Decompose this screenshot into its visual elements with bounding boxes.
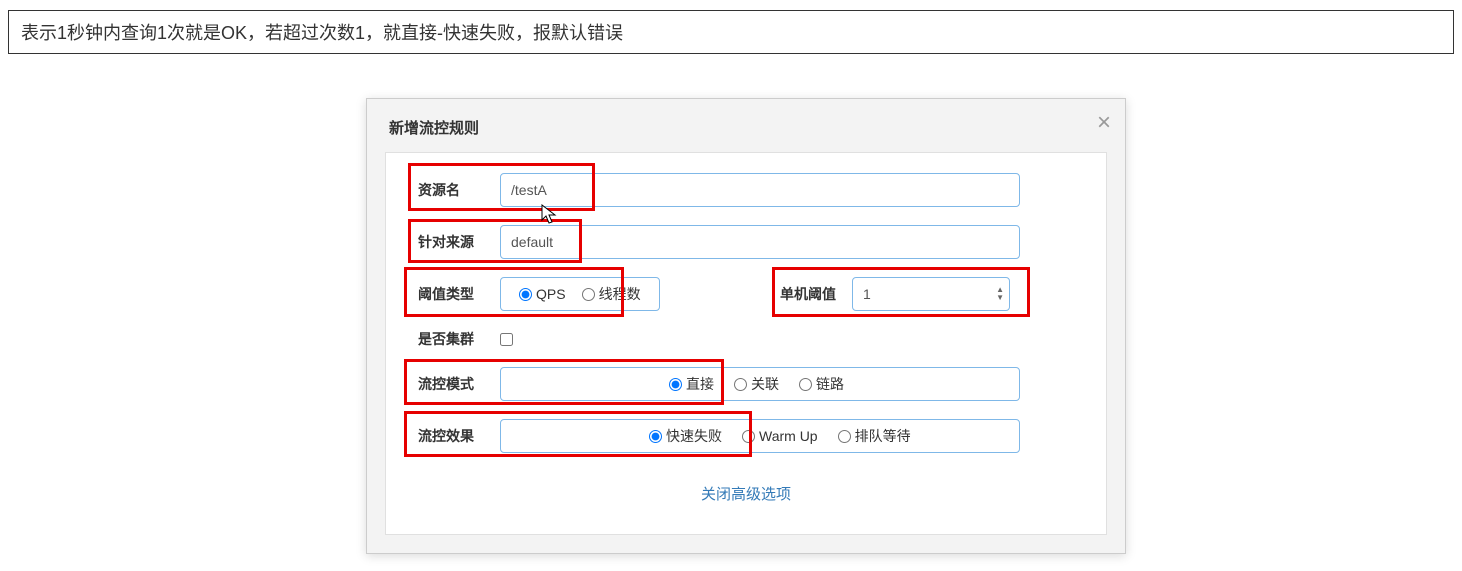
radio-thread-label: 线程数 xyxy=(599,284,641,304)
radio-fail-label: 快速失败 xyxy=(666,426,722,446)
threshold-type-box: QPS 线程数 xyxy=(500,277,660,311)
number-stepper[interactable]: ▲ ▼ xyxy=(996,286,1004,302)
cluster-checkbox[interactable] xyxy=(500,333,513,346)
threshold-row: 阈值类型 QPS 线程数 单机阈值 ▲ xyxy=(410,277,1082,311)
radio-thread-input[interactable] xyxy=(582,288,595,301)
note-text: 表示1秒钟内查询1次就是OK，若超过次数1，就直接-快速失败，报默认错误 xyxy=(21,23,623,43)
resource-input[interactable] xyxy=(500,173,1020,207)
cluster-label: 是否集群 xyxy=(410,329,500,349)
radio-fail[interactable]: 快速失败 xyxy=(649,426,722,446)
modal-header: 新增流控规则 × xyxy=(367,99,1125,152)
radio-queue-label: 排队等待 xyxy=(855,426,911,446)
radio-direct-label: 直接 xyxy=(686,374,714,394)
note-box: 表示1秒钟内查询1次就是OK，若超过次数1，就直接-快速失败，报默认错误 xyxy=(8,10,1454,54)
resource-label: 资源名 xyxy=(410,180,500,200)
radio-queue-input[interactable] xyxy=(838,430,851,443)
radio-warmup-input[interactable] xyxy=(742,430,755,443)
stepper-down-icon[interactable]: ▼ xyxy=(996,294,1004,302)
radio-fail-input[interactable] xyxy=(649,430,662,443)
threshold-type-label: 阈值类型 xyxy=(410,284,500,304)
radio-relate-label: 关联 xyxy=(751,374,779,394)
radio-direct-input[interactable] xyxy=(669,378,682,391)
advanced-link-row: 关闭高级选项 xyxy=(410,483,1082,504)
modal-title: 新增流控规则 xyxy=(389,120,479,137)
mode-box: 直接 关联 链路 xyxy=(500,367,1020,401)
radio-relate[interactable]: 关联 xyxy=(734,374,779,394)
source-input[interactable] xyxy=(500,225,1020,259)
effect-box: 快速失败 Warm Up 排队等待 xyxy=(500,419,1020,453)
close-advanced-link[interactable]: 关闭高级选项 xyxy=(701,486,791,503)
radio-thread[interactable]: 线程数 xyxy=(582,284,641,304)
radio-link-input[interactable] xyxy=(799,378,812,391)
source-label: 针对来源 xyxy=(410,232,500,252)
close-icon[interactable]: × xyxy=(1097,109,1111,137)
cluster-row: 是否集群 xyxy=(410,329,1082,349)
radio-qps-label: QPS xyxy=(536,286,566,302)
radio-warmup-label: Warm Up xyxy=(759,428,818,444)
radio-queue[interactable]: 排队等待 xyxy=(838,426,911,446)
source-row: 针对来源 xyxy=(410,225,1082,259)
resource-row: 资源名 xyxy=(410,173,1082,207)
radio-link[interactable]: 链路 xyxy=(799,374,844,394)
modal-body: 资源名 针对来源 阈值类型 QPS xyxy=(385,152,1107,535)
radio-relate-input[interactable] xyxy=(734,378,747,391)
radio-warmup[interactable]: Warm Up xyxy=(742,428,818,444)
mode-row: 流控模式 直接 关联 链路 xyxy=(410,367,1082,401)
radio-qps[interactable]: QPS xyxy=(519,286,566,302)
single-threshold-input[interactable] xyxy=(852,277,1010,311)
single-threshold-label: 单机阈值 xyxy=(772,284,852,304)
effect-row: 流控效果 快速失败 Warm Up 排队等待 xyxy=(410,419,1082,453)
mode-label: 流控模式 xyxy=(410,374,500,394)
flow-rule-modal: 新增流控规则 × 资源名 针对来源 阈值类型 xyxy=(366,98,1126,554)
radio-qps-input[interactable] xyxy=(519,288,532,301)
radio-link-label: 链路 xyxy=(816,374,844,394)
radio-direct[interactable]: 直接 xyxy=(669,374,714,394)
effect-label: 流控效果 xyxy=(410,426,500,446)
